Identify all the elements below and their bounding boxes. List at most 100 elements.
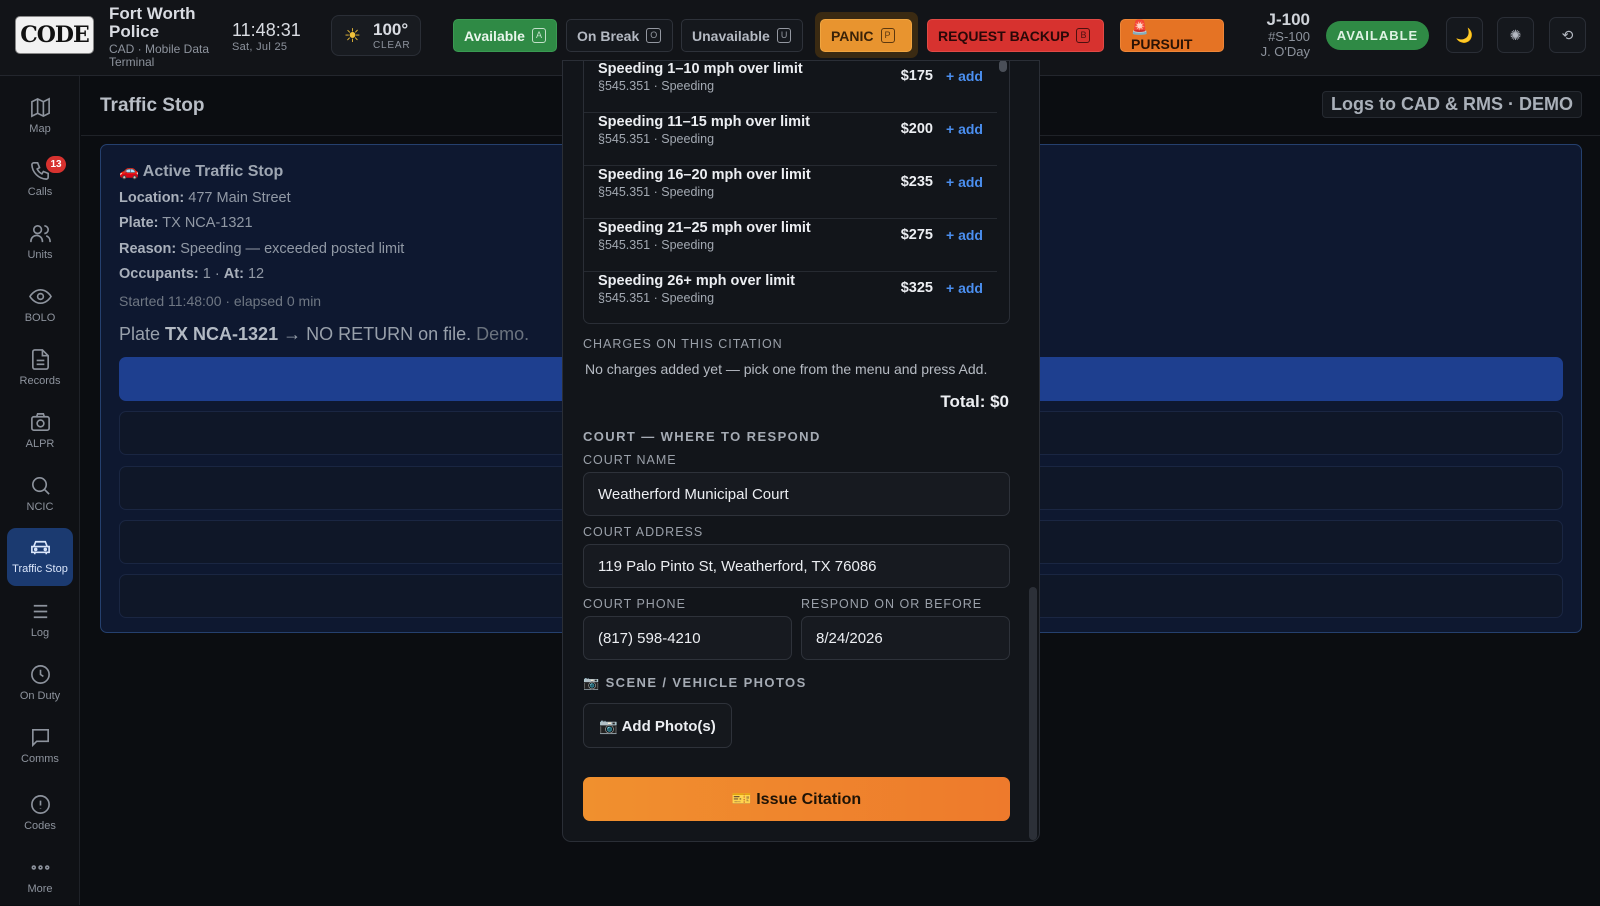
unit-id: J-100 [1266,10,1310,29]
charge-row[interactable]: Speeding 11–15 mph over limit §545.351 ·… [584,113,997,166]
plate-result-text: → NO RETURN on file. [283,324,472,344]
unavailable-label: Unavailable [692,27,770,44]
weather-temp: 100° [373,20,409,39]
sidebar-item-on-duty[interactable]: On Duty [7,655,73,713]
charge-row[interactable]: Speeding 21–25 mph over limit §545.351 ·… [584,219,997,272]
available-button[interactable]: Available A [453,19,557,52]
add-charge-button[interactable]: + add [946,174,983,190]
court-address-input[interactable]: 119 Palo Pinto St, Weatherford, TX 76086 [583,544,1010,588]
eye-icon [28,288,52,305]
add-charge-button[interactable]: + add [946,227,983,243]
sidebar-item-label: Comms [21,753,59,765]
sidebar-item-comms[interactable]: Comms [7,718,73,776]
charge-name: Speeding 26+ mph over limit [598,273,796,289]
charge-fine: $235 [900,174,933,190]
sidebar-item-records[interactable]: Records [7,340,73,398]
agency-info: Fort Worth Police CAD · Mobile Data Term… [109,5,219,69]
panic-shortcut: P [880,28,895,43]
moon-icon[interactable]: 🌙 [1446,17,1483,53]
unit-info: J-100 #S-100 J. O'Day [1240,10,1310,59]
request-backup-shortcut: B [1076,28,1091,43]
reason-value: Speeding — exceeded posted limit [180,241,405,257]
respond-date-input[interactable]: 8/24/2026 [801,616,1010,660]
sidebar-item-alpr[interactable]: ALPR [7,403,73,461]
court-phone-input[interactable]: (817) 598-4210 [583,616,792,660]
unit-callsign: #S-100 [1268,29,1310,44]
plate-value: TX NCA-1321 [162,215,253,231]
charge-name: Speeding 1–10 mph over limit [598,61,803,77]
occupants-value: 1 [202,266,211,282]
charge-list-scrollbar[interactable] [999,61,1007,72]
panic-label: PANIC [831,27,874,44]
more-icon [31,865,49,870]
sun-icon: ☀ [344,26,362,47]
charge-fine: $175 [900,68,933,84]
request-backup-button[interactable]: REQUEST BACKUP B [927,19,1104,52]
charge-fine: $275 [900,227,933,243]
unit-officer: J. O'Day [1260,44,1310,59]
charge-row[interactable]: Speeding 16–20 mph over limit §545.351 ·… [584,166,997,219]
at-value: 12 [247,266,265,282]
sidebar-item-map[interactable]: Map [7,88,73,146]
add-charge-button[interactable]: + add [946,121,983,137]
available-label: Available [464,27,525,44]
car-icon [30,540,50,555]
sidebar-item-traffic-stop[interactable]: Traffic Stop [7,528,73,586]
unit-status-badge: AVAILABLE [1326,21,1429,50]
weather-widget: ☀ 100° CLEAR [331,15,421,56]
charges-empty-message: No charges added yet — pick one from the… [585,361,988,377]
add-charge-button[interactable]: + add [946,280,983,296]
pursuit-label: 🚨 PURSUIT [1131,19,1193,52]
agency-name: Fort Worth Police [109,4,196,41]
sidebar-item-label: NCIC [26,501,54,513]
charge-name: Speeding 16–20 mph over limit [598,167,811,183]
add-charge-button[interactable]: + add [946,68,983,84]
stop-started: Started 11:48:00 · elapsed 0 min [119,293,322,309]
sidebar-item-label: Traffic Stop [12,563,68,575]
sidebar-item-label: Units [27,249,53,261]
court-name-label: COURT NAME [583,453,677,467]
charge-statute: §545.351 · Speeding [598,238,715,252]
plate-result: Plate TX NCA-1321 → NO RETURN on file. D… [119,324,529,345]
court-name-input[interactable]: Weatherford Municipal Court [583,472,1010,516]
sidebar-item-more[interactable]: More [7,848,73,906]
sidebar-item-units[interactable]: Units [7,214,73,272]
sidebar-item-codes[interactable]: Codes [7,785,73,843]
unavailable-button[interactable]: Unavailable U [681,19,803,52]
sidebar-item-log[interactable]: Log [7,592,73,650]
occupants-label: Occupants: [119,266,199,282]
add-photo-button[interactable]: 📷 Add Photo(s) [583,703,732,748]
charges-label: CHARGES ON THIS CITATION [583,337,783,351]
charge-fine: $325 [900,280,933,296]
pursuit-button[interactable]: 🚨 PURSUIT [1120,19,1224,52]
sidebar-item-label: More [27,883,53,895]
court-heading: COURT — WHERE TO RESPOND [583,429,821,444]
plate-result-demo: Demo. [476,324,530,344]
charge-name: Speeding 11–15 mph over limit [598,114,810,130]
sidebar-item-calls[interactable]: 13 Calls [7,151,73,209]
charge-row[interactable]: Speeding 26+ mph over limit §545.351 · S… [584,272,997,323]
court-address-label: COURT ADDRESS [583,525,704,539]
panic-button[interactable]: PANIC P [820,19,912,52]
available-shortcut: A [531,28,546,43]
sidebar-item-label: Map [29,123,51,135]
list-icon [33,604,47,619]
stop-location: Location: 477 Main Street [119,190,291,206]
agency-subtitle: CAD · Mobile Data Terminal [109,42,210,69]
charge-menu: Speeding 1–10 mph over limit §545.351 · … [583,61,1010,324]
on-break-button[interactable]: On Break O [566,19,673,52]
modal-scrollbar[interactable] [1029,587,1037,840]
stop-plate: Plate: TX NCA-1321 [119,215,253,231]
plate-result-plate: TX NCA-1321 [165,324,279,344]
reset-icon[interactable]: ⟲ [1549,17,1586,53]
charge-row[interactable]: Speeding 1–10 mph over limit §545.351 · … [584,61,997,113]
sidebar-item-ncic[interactable]: NCIC [7,466,73,524]
sidebar-item-label: Codes [24,820,56,832]
calls-badge: 13 [46,156,66,173]
reason-label: Reason: [119,241,177,257]
citation-total: Total: $0 [940,392,1009,411]
clock: 11:48:31 Sat, Jul 25 [232,20,301,53]
issue-citation-button[interactable]: 🎫 Issue Citation [583,777,1010,821]
sidebar-item-bolo[interactable]: BOLO [7,277,73,335]
fan-icon[interactable]: ✺ [1497,17,1534,53]
